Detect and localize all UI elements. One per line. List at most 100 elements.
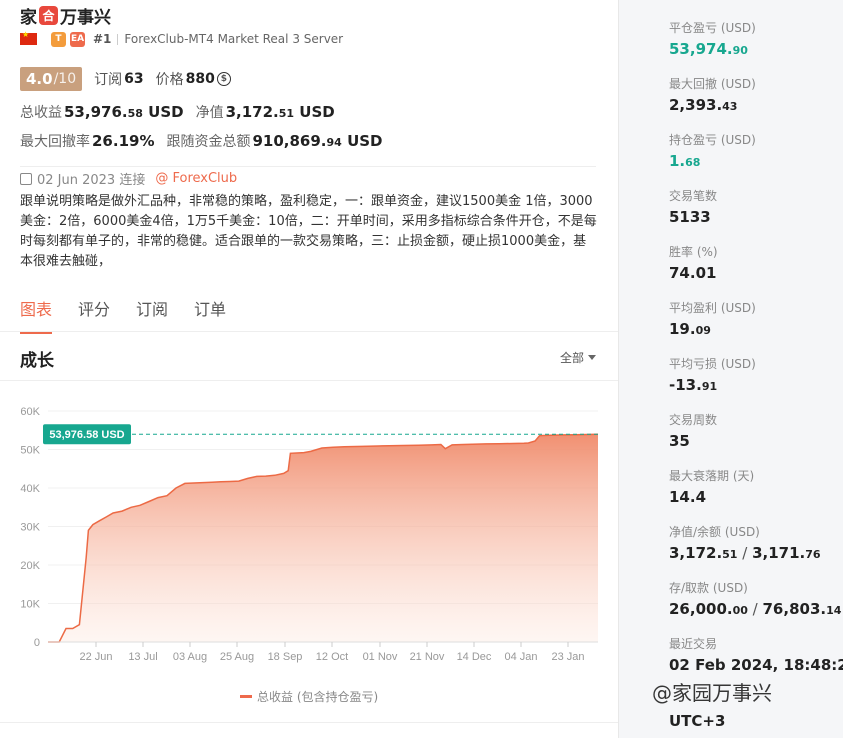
tab-chart[interactable]: 图表 [20,296,53,334]
stat-value: 1.68 [669,152,701,170]
stat-value: UTC+3 [669,712,726,730]
price-label: 价格 [155,72,184,88]
x-tick-label: 25 Aug [220,651,254,663]
x-tick-label: 04 Jan [504,651,537,663]
stat-value: 2,393.43 [669,96,738,114]
series-area [48,434,598,642]
score-row: 4.0 /10 订阅 63 价格 880 $ [20,67,231,91]
growth-chart: 0 10K 20K 30K 40K 50K 60K 22 Jun 13 Jul 03 Aug 25 … [20,406,599,663]
range-dropdown[interactable]: 全部 [560,349,597,366]
stat-item: 最大回撤 (USD) 2,393.43 [669,75,839,116]
title-badge: 合 [39,5,58,25]
legend-label: 总收益 (包含持仓盈亏) [257,690,379,704]
strategy-title: 家 合 万事兴 [20,4,111,28]
range-label: 全部 [560,351,585,365]
stat-item: 胜率 (%) 74.01 [669,243,839,284]
y-tick-label: 30K [20,522,40,534]
y-tick-label: 0 [34,637,40,649]
stat-value: 53,974.90 [669,40,748,58]
broker-link[interactable]: @ ForexClub [155,171,237,186]
subscribe-label: 订阅 [94,72,123,88]
subscribe-count: 63 [124,71,144,87]
stat-item: 最近交易 02 Feb 2024, 18:48:25 [669,635,843,676]
stat-item: 交易笔数 5133 [669,187,839,228]
profit-label: 总收益 [20,105,62,121]
stat-label: 平仓盈亏 (USD) [669,21,756,35]
current-value-label: 53,976.58 USD [49,429,124,441]
divider [117,33,119,45]
drawdown-value: 26.19% [92,132,155,150]
calendar-icon [20,172,32,185]
equity-value: 3,172.51 USD [225,103,335,121]
stat-item: 平仓盈亏 (USD) 53,974.90 [669,19,839,60]
tab-bar: 图表 评分 订阅 订单 [20,296,252,334]
main-panel: 家 合 万事兴 T EA #1 ForexClub-MT4 Market Rea… [0,0,618,738]
profit-value: 53,976.58 USD [64,103,184,121]
strategy-description: 跟单说明策略是做外汇品种，非常稳的策略，盈利稳定，一：跟单资金，建议1500美金… [20,194,597,269]
x-tick-label: 12 Oct [316,651,348,663]
x-tick-label: 03 Aug [173,651,207,663]
stat-value: 02 Feb 2024, 18:48:25 [669,656,843,674]
x-tick-label: 14 Dec [457,651,492,663]
connected-date: 02 Jun 2023 连接 [37,173,146,188]
chevron-down-icon [588,355,597,360]
stat-item: 存/取款 (USD) 26,000.00 / 76,803.14 [669,579,842,620]
chart-title: 成长 [20,351,54,371]
stat-label: 交易周数 [669,413,718,427]
tab-rating[interactable]: 评分 [78,296,110,334]
tabs-divider [0,331,618,332]
tab-subscriptions[interactable]: 订阅 [136,296,168,334]
score-badge: 4.0 /10 [20,67,83,91]
x-tick-label: 23 Jan [551,651,584,663]
profit-equity-row: 总收益 53,976.58 USD 净值 3,172.51 USD [20,102,347,122]
stat-item: 持仓盈亏 (USD) 1.68 [669,131,839,172]
title-part-1: 家 [20,7,37,28]
tag-t-icon: T [51,31,66,47]
title-part-2: 万事兴 [60,7,111,28]
y-tick-label: 40K [20,483,40,495]
stat-value: 35 [669,432,690,450]
x-tick-label: 22 Jun [79,651,112,663]
stats-sidebar: 平仓盈亏 (USD) 53,974.90 最大回撤 (USD) 2,393.43 持仓盈… [618,0,843,738]
stat-label: 持仓盈亏 (USD) [669,133,756,147]
stat-label: 净值/余额 (USD) [669,525,760,539]
china-flag-icon [20,30,37,45]
coin-icon: $ [216,72,231,86]
x-tick-label: 18 Sep [268,651,303,663]
stat-value: 74.01 [669,264,717,282]
stat-value: 3,172.51 / 3,171.76 [669,544,821,562]
stat-label: 最大回撤 (USD) [669,77,756,91]
score-max: /10 [53,71,77,87]
stat-item: 平均亏损 (USD) -13.91 [669,355,839,396]
score-value: 4.0 [26,70,53,88]
y-tick-label: 10K [20,599,40,611]
meta-row: T EA #1 ForexClub-MT4 Market Real 3 Serv… [20,30,343,48]
x-tick-label: 13 Jul [128,651,157,663]
tab-orders[interactable]: 订单 [194,296,226,334]
stat-label: 交易笔数 [669,189,718,203]
tag-ea-icon: EA [70,31,85,47]
stat-value: 14.4 [669,488,707,506]
equity-label: 净值 [195,105,224,121]
x-tick-label: 21 Nov [410,651,445,663]
stat-label: 平均亏损 (USD) [669,357,756,371]
watermark: @家园万事兴 [652,681,772,705]
chart-legend[interactable]: 总收益 (包含持仓盈亏) [240,688,378,705]
chart-divider [0,380,618,381]
stat-label: 存/取款 (USD) [669,581,748,595]
stat-value: 5133 [669,208,711,226]
stat-item: 交易周数 35 [669,411,839,452]
stat-value: 19.09 [669,320,711,338]
price-value: 880 [185,71,215,87]
x-tick-label: 01 Nov [363,651,398,663]
stat-value: 26,000.00 / 76,803.14 [669,600,842,618]
drawdown-label: 最大回撤率 [20,134,90,150]
stat-label: 最大衰落期 (天) [669,469,755,483]
y-tick-label: 20K [20,560,40,572]
stat-label: 平均盈利 (USD) [669,301,756,315]
follow-value: 910,869.94 USD [252,132,383,150]
legend-swatch [240,695,252,698]
stat-item: 最大衰落期 (天) 14.4 [669,467,839,508]
server-name: ForexClub-MT4 Market Real 3 Server [124,32,344,46]
stat-value: -13.91 [669,376,718,394]
